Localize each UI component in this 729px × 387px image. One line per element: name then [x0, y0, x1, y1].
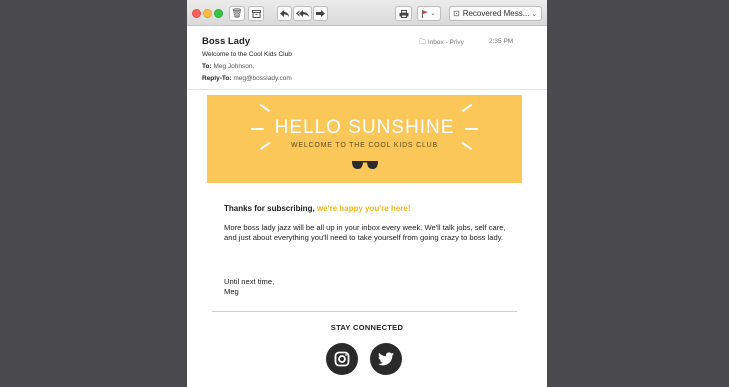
- close-window-button[interactable]: [192, 9, 201, 18]
- mailbox-label: Recovered Mess...: [462, 9, 530, 18]
- flag-button[interactable]: ⌄: [417, 6, 441, 21]
- folder-icon: 🗀: [419, 38, 426, 46]
- banner-headline: HELLO SUNSHINE: [274, 117, 455, 138]
- twitter-button[interactable]: [370, 343, 402, 375]
- archive-icon: [251, 9, 261, 18]
- divider: [212, 311, 517, 312]
- minimize-window-button[interactable]: [203, 9, 212, 18]
- to-value[interactable]: Meg Johnson,: [213, 63, 254, 70]
- archive-button[interactable]: [248, 6, 264, 21]
- reply-button[interactable]: [277, 6, 292, 21]
- message-time: 2:35 PM: [489, 38, 514, 45]
- sun-ray: [259, 103, 271, 112]
- reply-to-value[interactable]: meg@bosslady.com: [233, 75, 292, 82]
- reply-all-button[interactable]: [293, 6, 312, 21]
- sunglasses-icon: [352, 161, 378, 169]
- thanks-line: Thanks for subscribing, we're happy you'…: [224, 204, 514, 214]
- twitter-icon: [378, 352, 394, 366]
- message-header: Boss Lady Welcome to the Cool Kids Club …: [187, 26, 547, 90]
- mailbox-icon: ⊡: [453, 9, 460, 18]
- body-paragraph: More boss lady jazz will be all up in yo…: [224, 223, 506, 242]
- signoff: Until next time, Meg: [224, 277, 514, 296]
- reply-all-icon: [296, 10, 309, 17]
- to-line: To: Meg Johnson,: [202, 63, 254, 70]
- print-button[interactable]: [395, 6, 412, 21]
- instagram-icon: [334, 351, 350, 367]
- toolbar: 🗑 ⌄ ⊡ Recovered Mess... ⌄: [187, 0, 547, 26]
- reply-to-line: Reply-To: meg@bosslady.com: [202, 75, 292, 82]
- move-to-mailbox-button[interactable]: ⊡ Recovered Mess... ⌄: [449, 6, 542, 21]
- forward-button[interactable]: [313, 6, 328, 21]
- thanks-lead: Thanks for subscribing,: [224, 204, 317, 213]
- hero-banner: HELLO SUNSHINE WELCOME TO THE COOL KIDS …: [207, 95, 522, 183]
- subject-line: Welcome to the Cool Kids Club: [202, 51, 292, 58]
- instagram-button[interactable]: [326, 343, 358, 375]
- sun-ray: [461, 103, 473, 112]
- banner-subheadline: WELCOME TO THE COOL KIDS CLUB: [290, 142, 439, 149]
- chevron-down-icon: ⌄: [430, 10, 436, 17]
- signoff-line: Until next time,: [224, 277, 275, 286]
- mailbox-path: Inbox - Privy: [427, 39, 464, 46]
- trash-icon: 🗑: [231, 8, 243, 19]
- mail-window: 🗑 ⌄ ⊡ Recovered Mess... ⌄ Boss Lady Welc…: [187, 0, 547, 387]
- forward-icon: [316, 10, 325, 17]
- reply-to-label: Reply-To:: [202, 75, 232, 82]
- to-label: To:: [202, 63, 212, 70]
- flag-icon: [422, 9, 429, 18]
- thanks-accent: we're happy you're here!: [316, 204, 411, 213]
- mailbox-info: 🗀 Inbox - Privy: [419, 38, 464, 49]
- signoff-name: Meg: [224, 286, 239, 296]
- delete-button[interactable]: 🗑: [229, 6, 245, 21]
- print-icon: [399, 9, 408, 18]
- zoom-window-button[interactable]: [214, 9, 223, 18]
- reply-icon: [280, 10, 289, 17]
- chevron-down-icon: ⌄: [531, 10, 538, 18]
- stay-connected-heading: STAY CONNECTED: [330, 323, 404, 332]
- sender-name: Boss Lady: [202, 36, 251, 47]
